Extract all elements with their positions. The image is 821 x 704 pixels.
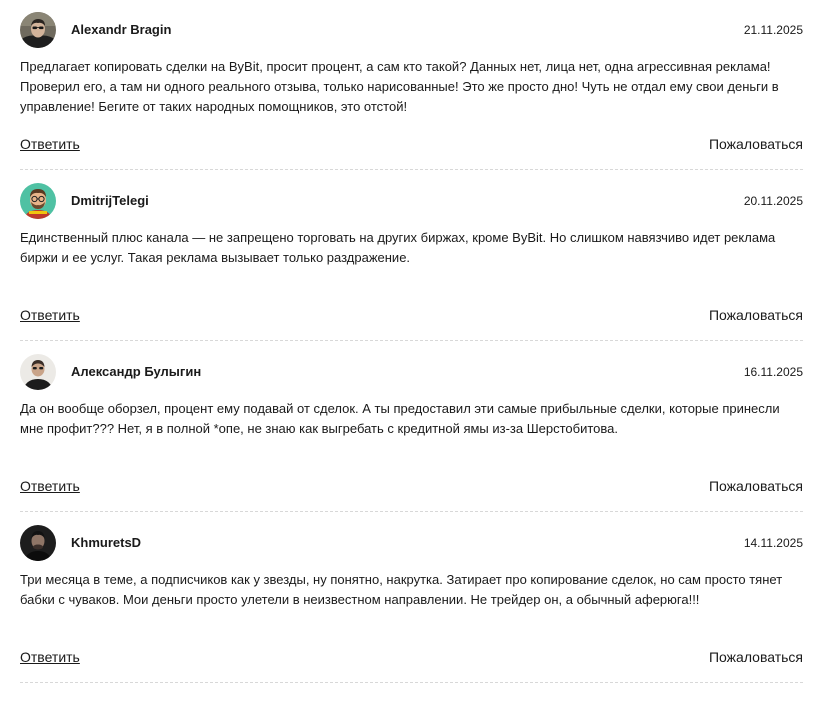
comment-date: 16.11.2025	[743, 365, 803, 379]
user-photo-icon[interactable]	[20, 525, 56, 561]
comment-date: 21.11.2025	[743, 23, 803, 37]
comment-divider	[20, 511, 803, 512]
comment-text: Предлагает копировать сделки на ByBit, п…	[20, 59, 779, 114]
comment-item: Alexandr Bragin 21.11.2025 Предлагает ко…	[20, 0, 803, 171]
author-name: DmitrijTelegi	[71, 193, 149, 208]
report-link[interactable]: Пожаловаться	[709, 307, 803, 323]
comment-divider	[20, 169, 803, 170]
report-link[interactable]: Пожаловаться	[709, 649, 803, 665]
reply-link[interactable]: Ответить	[20, 136, 80, 152]
comments-list: Alexandr Bragin 21.11.2025 Предлагает ко…	[0, 0, 821, 704]
comment-date: 14.11.2025	[743, 536, 803, 550]
author-name: Александр Булыгин	[71, 364, 202, 379]
comment-item: KhmuretsD 14.11.2025 Три месяца в теме, …	[20, 513, 803, 684]
comment-divider	[20, 340, 803, 341]
author-name: KhmuretsD	[71, 535, 142, 550]
comment-text: Единственный плюс канала — не запрещено …	[20, 230, 776, 265]
user-photo-icon[interactable]	[20, 12, 56, 48]
reply-link[interactable]: Ответить	[20, 478, 80, 494]
report-link[interactable]: Пожаловаться	[709, 136, 803, 152]
reply-link[interactable]: Ответить	[20, 649, 80, 665]
user-photo-icon[interactable]	[20, 354, 56, 390]
author-name: Alexandr Bragin	[71, 22, 172, 37]
comment-date: 20.11.2025	[743, 194, 803, 208]
cartoon-avatar-icon[interactable]	[20, 183, 56, 219]
comment-divider	[20, 682, 803, 683]
report-link[interactable]: Пожаловаться	[709, 478, 803, 494]
comment-item: DmitrijTelegi 20.11.2025 Единственный пл…	[20, 171, 803, 342]
comment-text: Три месяца в теме, а подписчиков как у з…	[20, 572, 783, 607]
reply-link[interactable]: Ответить	[20, 307, 80, 323]
comment-item: Александр Булыгин 16.11.2025 Да он вообщ…	[20, 342, 803, 513]
comment-text: Да он вообще оборзел, процент ему подава…	[20, 401, 780, 436]
